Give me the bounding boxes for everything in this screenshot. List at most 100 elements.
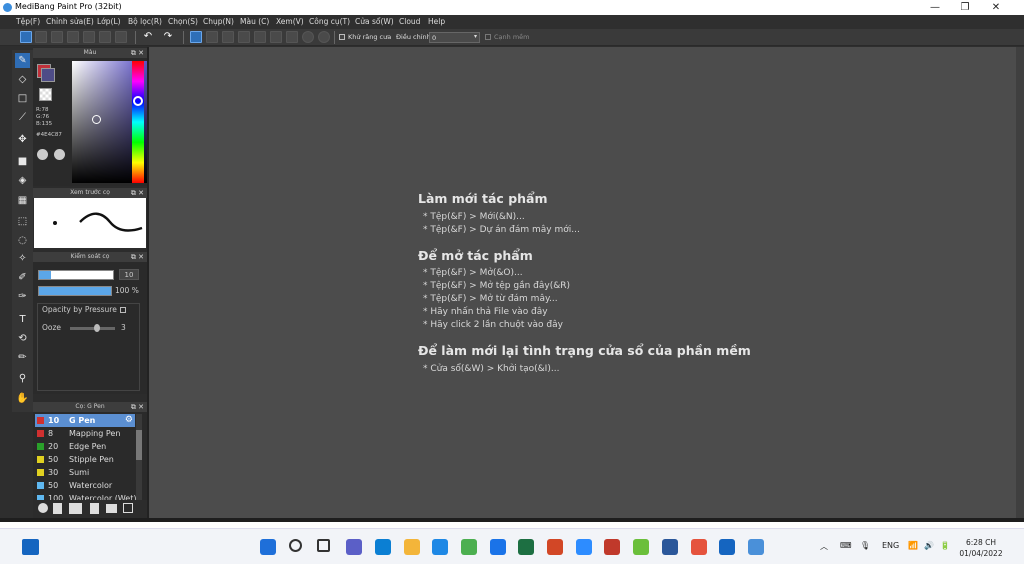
dot-tool-icon[interactable]: □: [15, 91, 30, 106]
brush-size-value[interactable]: 10: [119, 269, 139, 280]
volume-icon[interactable]: 🔊: [924, 541, 934, 550]
grid-icon[interactable]: [99, 31, 111, 43]
menu-file[interactable]: Tệp(F): [16, 17, 40, 26]
powerpoint-icon[interactable]: [547, 539, 563, 555]
brush-size-slider[interactable]: [38, 270, 114, 280]
line-tool-icon[interactable]: ⟋: [15, 110, 30, 125]
start-icon[interactable]: [260, 539, 276, 555]
circle-snap-icon[interactable]: [302, 31, 314, 43]
grid-snap-icon[interactable]: [222, 31, 234, 43]
hand-tool-icon[interactable]: ✋: [15, 391, 30, 406]
widgets-icon[interactable]: [22, 539, 39, 555]
chevron-up-icon[interactable]: ︿: [820, 541, 828, 552]
brush-list-item[interactable]: 10 G Pen ⚙: [35, 414, 135, 427]
primary-color-swatch[interactable]: [41, 68, 55, 82]
brush-list-item[interactable]: 8 Mapping Pen: [35, 427, 135, 440]
comment-icon[interactable]: [51, 31, 63, 43]
close-icon[interactable]: ⧉ ✕: [131, 252, 144, 262]
close-icon[interactable]: ⧉ ✕: [131, 48, 144, 58]
cloud-upload-icon[interactable]: [38, 503, 48, 513]
radial-snap-icon[interactable]: [254, 31, 266, 43]
bucket-tool-icon[interactable]: ◈: [15, 173, 30, 188]
upload-icon[interactable]: [35, 31, 47, 43]
concentric-snap-icon[interactable]: [270, 31, 282, 43]
hue-slider[interactable]: [132, 61, 144, 183]
maximize-button[interactable]: ❐: [950, 0, 980, 15]
transparent-swatch[interactable]: [39, 88, 52, 101]
brush-tool-icon[interactable]: ✎: [15, 53, 30, 68]
close-button[interactable]: ✕: [981, 0, 1011, 15]
app-icon[interactable]: [432, 539, 449, 555]
chat-icon[interactable]: [346, 539, 363, 555]
close-icon[interactable]: ⧉ ✕: [131, 402, 144, 412]
eraser-tool-icon[interactable]: ◇: [15, 72, 30, 87]
app-icon[interactable]: [690, 539, 707, 555]
menu-select[interactable]: Chọn(S): [168, 17, 198, 26]
brush-panel-window-icon[interactable]: [123, 503, 133, 513]
zoom-icon[interactable]: [575, 539, 592, 555]
menu-tools[interactable]: Công cụ(T): [309, 17, 350, 26]
parallel-snap-icon[interactable]: [206, 31, 218, 43]
opacity-pressure-checkbox[interactable]: [120, 307, 126, 313]
zalo-icon[interactable]: [489, 539, 506, 555]
settings-icon[interactable]: [318, 31, 330, 43]
color-picker-handle[interactable]: [92, 115, 101, 124]
undo-icon[interactable]: ↶: [142, 31, 154, 43]
menu-filter[interactable]: Bộ lọc(R): [128, 17, 162, 26]
smooth-edge-checkbox[interactable]: [485, 34, 491, 40]
brush-list-scroll-thumb[interactable]: [136, 430, 142, 460]
curve-snap-icon[interactable]: [286, 31, 298, 43]
menu-window[interactable]: Cửa sổ(W): [355, 17, 394, 26]
brush-list-item[interactable]: 30 Sumi: [35, 466, 135, 479]
word-icon[interactable]: [661, 539, 678, 555]
excel-icon[interactable]: [518, 539, 535, 555]
select-pen-tool-icon[interactable]: ✐: [15, 270, 30, 285]
adjust-dropdown[interactable]: 0 ▾: [429, 32, 480, 43]
gradient-tool-icon[interactable]: ▦: [15, 193, 30, 208]
brush-list-item[interactable]: 50 Watercolor: [35, 479, 135, 492]
magic-wand-tool-icon[interactable]: ✧: [15, 251, 30, 266]
select-eraser-tool-icon[interactable]: ✑: [15, 289, 30, 304]
snap-off-icon[interactable]: [190, 31, 202, 43]
redo-icon[interactable]: ↷: [162, 31, 174, 43]
cloud-icon[interactable]: [20, 31, 32, 43]
brush-settings-icon[interactable]: ⚙: [125, 414, 133, 427]
clock[interactable]: 6:28 CH 01/04/2022: [958, 537, 1004, 559]
new-brush-icon[interactable]: [53, 503, 62, 514]
lasso-tool-icon[interactable]: ◌: [15, 233, 30, 248]
divide-tool-icon[interactable]: ✏: [15, 350, 30, 365]
brush-list-item[interactable]: 50 Stipple Pen: [35, 453, 135, 466]
language-indicator[interactable]: ENG: [882, 541, 899, 550]
task-view-icon[interactable]: [317, 539, 331, 552]
copy-brush-icon[interactable]: [90, 503, 99, 514]
select-tool-icon[interactable]: ⬚: [15, 214, 30, 229]
keyboard-icon[interactable]: ⌨: [840, 541, 852, 550]
vanishing-point-snap-icon[interactable]: [238, 31, 250, 43]
operation-tool-icon[interactable]: ⟲: [15, 331, 30, 346]
app-icon[interactable]: [604, 539, 621, 555]
hue-handle[interactable]: [133, 96, 143, 106]
menu-edit[interactable]: Chỉnh sửa(E): [46, 17, 94, 26]
brush-menu-icon[interactable]: [69, 503, 82, 514]
palette-add-icon[interactable]: [54, 149, 65, 160]
battery-icon[interactable]: 🔋: [940, 541, 950, 550]
app-icon[interactable]: [719, 539, 736, 555]
move-tool-icon[interactable]: ✥: [15, 132, 30, 147]
menu-color[interactable]: Màu (C): [240, 17, 269, 26]
minimize-button[interactable]: —: [920, 0, 950, 15]
app-icon[interactable]: [633, 539, 650, 555]
folder-icon[interactable]: [106, 504, 117, 513]
medibang-icon[interactable]: [747, 539, 764, 555]
layout-icon[interactable]: [115, 31, 127, 43]
close-icon[interactable]: ⧉ ✕: [131, 188, 144, 198]
file-explorer-icon[interactable]: [403, 539, 420, 555]
edge-icon[interactable]: [374, 539, 391, 555]
menu-view[interactable]: Xem(V): [276, 17, 304, 26]
brush-list-item[interactable]: 20 Edge Pen: [35, 440, 135, 453]
text-tool-icon[interactable]: T: [15, 312, 30, 327]
menu-cloud[interactable]: Cloud: [399, 17, 420, 26]
menu-help[interactable]: Help: [428, 17, 445, 26]
page-icon[interactable]: [83, 31, 95, 43]
chat-bubble-icon[interactable]: [67, 31, 79, 43]
wifi-icon[interactable]: 📶: [908, 541, 918, 550]
